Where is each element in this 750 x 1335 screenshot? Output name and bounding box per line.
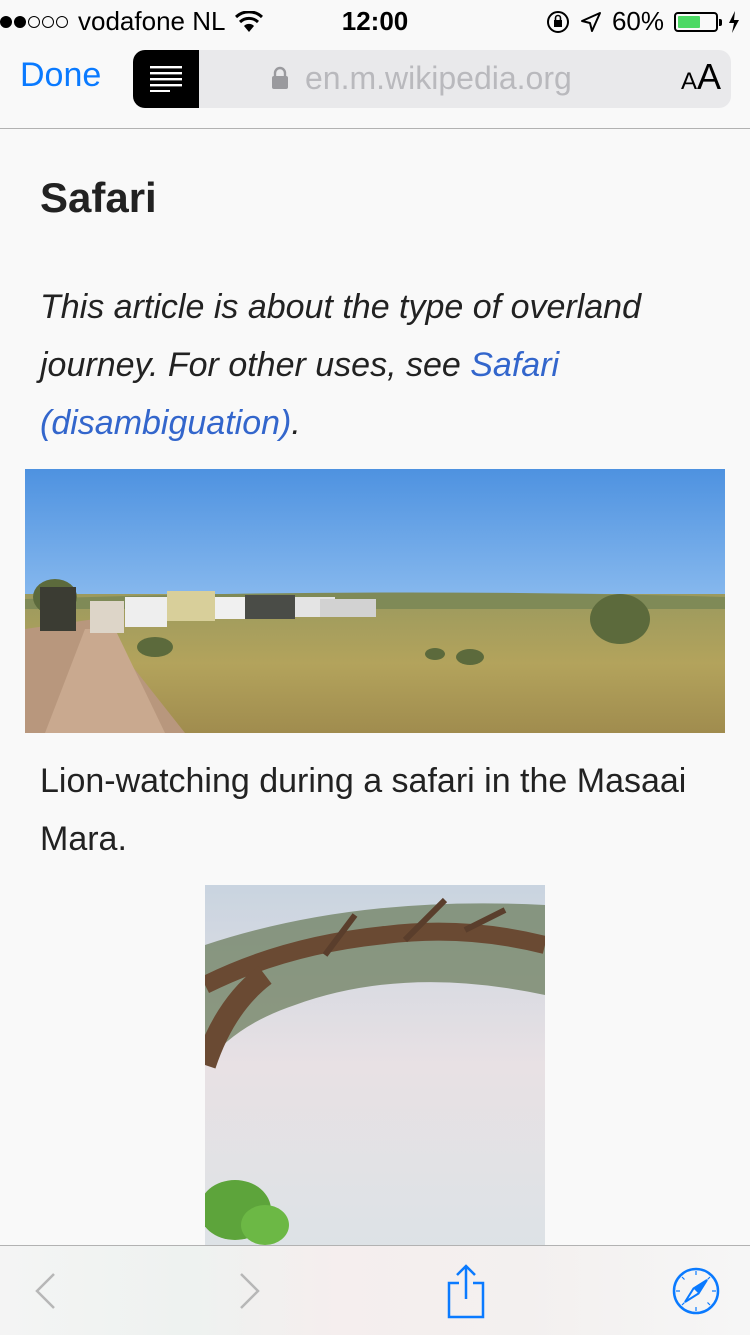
safari-nav-bar: Done en.m.wikipedia.org AA <box>0 40 750 129</box>
location-icon <box>580 11 601 32</box>
compass-icon <box>672 1267 720 1314</box>
reader-view-icon <box>150 66 182 92</box>
status-bar: vodafone NL 12:00 60% <box>0 0 750 40</box>
image-caption: Lion-watching during a safari in the Mas… <box>40 762 687 858</box>
text-size-large-label: A <box>696 56 721 97</box>
open-in-safari-button[interactable] <box>670 1246 722 1335</box>
url-text: en.m.wikipedia.org <box>305 60 572 96</box>
done-button[interactable]: Done <box>20 56 101 95</box>
hatnote: This article is about the type of overla… <box>40 278 710 452</box>
safari-photo <box>25 469 725 733</box>
lock-icon <box>272 66 288 89</box>
text-size-button[interactable]: AA <box>681 56 721 98</box>
forward-button[interactable] <box>225 1246 275 1335</box>
forward-icon <box>240 1272 260 1309</box>
text-size-small-label: A <box>680 68 697 95</box>
article-title: Safari <box>40 174 157 221</box>
acacia-tree-photo <box>205 885 545 1245</box>
address-bar[interactable]: en.m.wikipedia.org AA <box>133 50 731 108</box>
share-icon <box>447 1263 485 1318</box>
hatnote-suffix: . <box>291 404 301 442</box>
charging-icon <box>729 10 739 33</box>
back-icon <box>35 1272 55 1309</box>
share-button[interactable] <box>440 1246 492 1335</box>
back-button[interactable] <box>20 1246 70 1335</box>
reader-view-button[interactable] <box>133 50 199 108</box>
bottom-toolbar <box>0 1245 750 1335</box>
battery-icon <box>674 11 722 32</box>
battery-percent: 60% <box>611 6 664 36</box>
orientation-lock-icon <box>546 10 569 33</box>
